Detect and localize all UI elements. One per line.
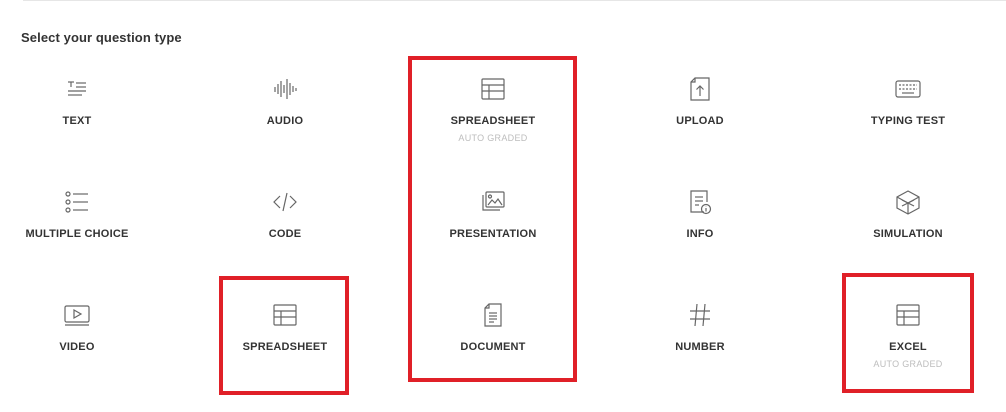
keyboard-icon: [895, 76, 921, 102]
waveform-icon: [272, 76, 298, 102]
question-type-upload[interactable]: UPLOAD: [610, 76, 790, 166]
code-brackets-icon: [272, 189, 298, 215]
question-type-typing-test[interactable]: TYPING TEST: [818, 76, 998, 166]
question-type-multiple-choice[interactable]: MULTIPLE CHOICE: [0, 189, 167, 279]
list-bullets-icon: [64, 189, 90, 215]
top-divider: [23, 0, 1006, 1]
video-player-icon: [64, 302, 90, 328]
question-type-info[interactable]: INFO: [610, 189, 790, 279]
info-document-icon: [687, 189, 713, 215]
tile-label: TEXT: [62, 115, 92, 127]
highlight-box-excel: [842, 273, 974, 393]
tile-label: UPLOAD: [676, 115, 724, 127]
hash-icon: [687, 302, 713, 328]
question-type-text[interactable]: TEXT: [0, 76, 167, 166]
section-heading: Select your question type: [21, 30, 182, 45]
tile-label: SIMULATION: [873, 228, 943, 240]
tile-label: VIDEO: [59, 341, 95, 353]
tile-label: NUMBER: [675, 341, 725, 353]
highlight-box-spreadsheet: [219, 276, 349, 395]
cube-icon: [895, 189, 921, 215]
text-lines-icon: [64, 76, 90, 102]
question-type-code[interactable]: CODE: [195, 189, 375, 279]
tile-label: TYPING TEST: [870, 115, 946, 127]
tile-label: MULTIPLE CHOICE: [25, 228, 129, 240]
tile-label: CODE: [268, 228, 302, 240]
question-type-simulation[interactable]: SIMULATION: [818, 189, 998, 279]
file-upload-icon: [687, 76, 713, 102]
tile-label: AUDIO: [266, 115, 304, 127]
highlight-box-center-column: [408, 56, 577, 382]
question-type-audio[interactable]: AUDIO: [195, 76, 375, 166]
question-type-video[interactable]: VIDEO: [0, 302, 167, 392]
question-type-number[interactable]: NUMBER: [610, 302, 790, 392]
tile-label: INFO: [686, 228, 714, 240]
